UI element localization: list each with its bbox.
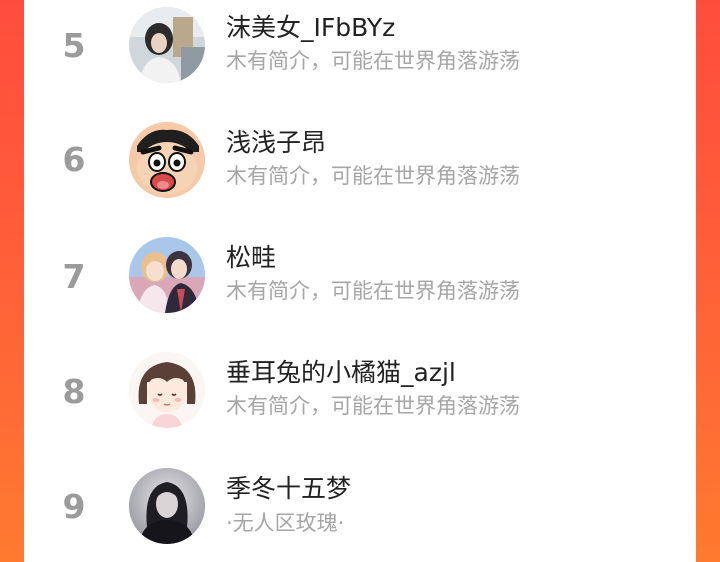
- rank-number: 7: [62, 257, 86, 296]
- user-avatar[interactable]: [129, 122, 205, 198]
- avatar-photo-girl-icon: [129, 7, 205, 83]
- user-avatar[interactable]: [129, 237, 205, 313]
- avatar-crayon-shinchan-icon: [129, 122, 205, 198]
- avatar-cartoon-girl-icon: [129, 352, 205, 428]
- ranking-list: 5 沫美女_IFbBYz 木有简介，可能在世界角落游荡 6 浅浅子昂 木有简介，…: [24, 0, 696, 562]
- rank-number: 6: [62, 140, 86, 179]
- ranking-screen: 5 沫美女_IFbBYz 木有简介，可能在世界角落游荡 6 浅浅子昂 木有简介，…: [0, 0, 720, 562]
- rank-number: 5: [62, 26, 86, 65]
- list-item[interactable]: 5 沫美女_IFbBYz 木有简介，可能在世界角落游荡: [24, 0, 696, 104]
- list-item[interactable]: 7 松畦 木有简介，可能在世界角落游荡: [24, 219, 696, 333]
- rank-number: 9: [62, 487, 86, 526]
- list-item[interactable]: 6 浅浅子昂 木有简介，可能在世界角落游荡: [24, 104, 696, 218]
- user-bio: 木有简介，可能在世界角落游荡: [226, 279, 520, 303]
- user-avatar[interactable]: [129, 7, 205, 83]
- user-bio: 木有简介，可能在世界角落游荡: [226, 164, 520, 188]
- user-bio: 木有简介，可能在世界角落游荡: [226, 394, 520, 418]
- avatar-dark-figure-icon: [129, 468, 205, 544]
- user-name[interactable]: 沫美女_IFbBYz: [226, 13, 395, 43]
- user-avatar[interactable]: [129, 468, 205, 544]
- user-name[interactable]: 浅浅子昂: [226, 128, 326, 158]
- user-bio: 木有简介，可能在世界角落游荡: [226, 49, 520, 73]
- list-item[interactable]: 8 垂耳兔的小橘猫_azjl 木有简介，可能在世界角落游荡: [24, 334, 696, 448]
- user-bio: ·无人区玫瑰·: [226, 511, 345, 535]
- user-name[interactable]: 松畦: [226, 243, 276, 273]
- list-item[interactable]: 9 季冬十五梦 ·无人区玫瑰·: [24, 449, 696, 562]
- user-name[interactable]: 垂耳兔的小橘猫_azjl: [226, 358, 456, 388]
- rank-number: 8: [62, 372, 86, 411]
- user-avatar[interactable]: [129, 352, 205, 428]
- avatar-anime-couple-icon: [129, 237, 205, 313]
- user-name[interactable]: 季冬十五梦: [226, 474, 351, 504]
